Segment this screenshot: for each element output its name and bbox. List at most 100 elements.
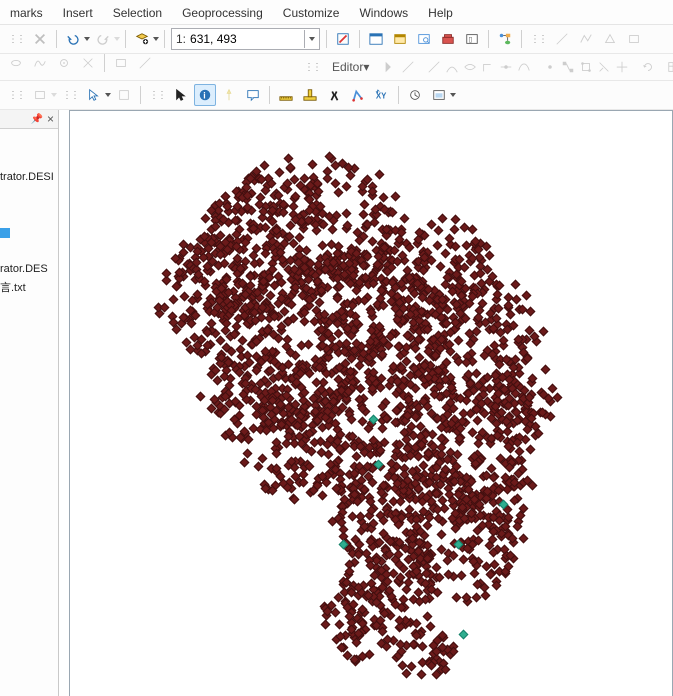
map-point — [335, 619, 345, 629]
cut-tool-icon[interactable] — [77, 52, 99, 74]
map-point — [399, 214, 409, 224]
find-icon[interactable] — [323, 84, 345, 106]
menu-help[interactable]: Help — [418, 4, 463, 22]
layer-dropdown[interactable] — [50, 85, 58, 105]
trace-icon[interactable] — [462, 56, 478, 78]
map-point — [485, 251, 495, 261]
model-builder-icon[interactable] — [494, 28, 516, 50]
toolbar-grip[interactable]: ⋮⋮ — [4, 34, 28, 45]
standard-toolbar: ⋮⋮ 1: ▯ ⋮⋮ — [0, 25, 673, 54]
polygon-tool-icon[interactable] — [599, 28, 621, 50]
editor-grip[interactable]: ⋮⋮ — [300, 62, 324, 73]
bezier-icon[interactable] — [516, 56, 532, 78]
toc-header: 📌 × — [0, 110, 58, 129]
map-point — [423, 611, 433, 621]
redo-dropdown[interactable] — [113, 29, 121, 49]
viewer-dropdown[interactable] — [449, 85, 457, 105]
ellipse-tool-icon[interactable] — [5, 52, 27, 74]
edit-anno-icon[interactable] — [400, 56, 416, 78]
select-element-icon[interactable] — [170, 84, 192, 106]
map-point — [328, 224, 338, 234]
cut-poly-icon[interactable] — [596, 56, 612, 78]
map-point — [450, 215, 460, 225]
toolbar-grip-2[interactable]: ⋮⋮ — [526, 34, 550, 45]
undo-dropdown[interactable] — [83, 29, 91, 49]
rect-tool-icon[interactable] — [623, 28, 645, 50]
catalog-window-icon[interactable] — [389, 28, 411, 50]
identify-icon[interactable]: i — [194, 84, 216, 106]
add-data-icon[interactable] — [131, 28, 153, 50]
python-window-icon[interactable]: ▯ — [461, 28, 483, 50]
polyline-tool-icon[interactable] — [575, 28, 597, 50]
hyperlink-icon[interactable] — [218, 84, 240, 106]
edit-tool-icon[interactable] — [382, 56, 398, 78]
tools-grip-2[interactable]: ⋮⋮ — [58, 90, 82, 101]
time-slider-icon[interactable] — [404, 84, 426, 106]
map-canvas[interactable] — [69, 110, 673, 696]
more-tool-icon[interactable] — [134, 52, 156, 74]
freehand-tool-icon[interactable] — [29, 52, 51, 74]
menu-insert[interactable]: Insert — [53, 4, 103, 22]
lower-pane: 📌 × trator.DESI rator.DES 言.txt — [0, 110, 673, 696]
pin-icon[interactable]: 📌 — [31, 114, 43, 125]
map-point — [482, 241, 492, 251]
point-icon[interactable] — [542, 56, 558, 78]
scale-input-container: 1: — [171, 28, 320, 50]
map-point — [451, 241, 461, 251]
map-point — [437, 530, 447, 540]
rotate-icon[interactable] — [640, 56, 656, 78]
arc-seg-icon[interactable] — [444, 56, 460, 78]
toc-item[interactable]: 言.txt — [0, 277, 58, 297]
anchor-tool-icon[interactable] — [53, 52, 75, 74]
edit-vertices-icon[interactable] — [560, 56, 576, 78]
find-route-icon[interactable] — [347, 84, 369, 106]
toc-item[interactable]: trator.DESI — [0, 169, 58, 185]
right-angle-icon[interactable] — [480, 56, 496, 78]
map-point — [437, 213, 447, 223]
menu-customize[interactable]: Customize — [273, 4, 350, 22]
map-point — [356, 384, 366, 394]
select-features-dropdown[interactable] — [104, 85, 112, 105]
map-point — [365, 649, 375, 659]
go-xy-icon[interactable]: XY — [371, 84, 393, 106]
menu-selection[interactable]: Selection — [103, 4, 172, 22]
editor-menu[interactable]: Editor▾ — [324, 58, 373, 76]
tools-grip-1[interactable]: ⋮⋮ — [4, 90, 28, 101]
toc-item[interactable]: rator.DES — [0, 261, 58, 277]
select-features-icon[interactable] — [83, 84, 105, 106]
menu-windows[interactable]: Windows — [349, 4, 418, 22]
arctoolbox-icon[interactable] — [437, 28, 459, 50]
map-point — [317, 490, 327, 500]
attributes-icon[interactable] — [666, 56, 673, 78]
delete-icon[interactable] — [29, 28, 51, 50]
split-icon[interactable] — [614, 56, 630, 78]
editor-toolbar-icon[interactable] — [332, 28, 354, 50]
menu-marks[interactable]: marks — [0, 4, 53, 22]
close-icon[interactable]: × — [45, 112, 56, 126]
add-data-dropdown[interactable] — [152, 29, 160, 49]
straight-seg-icon[interactable] — [426, 56, 442, 78]
layer-symbol-icon — [0, 228, 10, 238]
map-point — [283, 154, 293, 164]
html-popup-icon[interactable] — [242, 84, 264, 106]
undo-icon[interactable] — [62, 28, 84, 50]
toc-window-icon[interactable] — [365, 28, 387, 50]
tools-grip-3[interactable]: ⋮⋮ — [145, 90, 169, 101]
layer-dropdown-icon[interactable] — [29, 84, 51, 106]
viewer-window-icon[interactable] — [428, 84, 450, 106]
toc-item[interactable] — [0, 225, 58, 241]
scale-dropdown[interactable] — [304, 30, 319, 48]
measure-icon[interactable] — [275, 84, 297, 106]
redo-icon[interactable] — [92, 28, 114, 50]
map-point — [425, 621, 435, 631]
search-window-icon[interactable] — [413, 28, 435, 50]
measure-area-icon[interactable] — [299, 84, 321, 106]
reshape-icon[interactable] — [578, 56, 594, 78]
scale-input[interactable] — [186, 31, 304, 47]
menu-geoprocessing[interactable]: Geoprocessing — [172, 4, 273, 22]
line-tool-icon[interactable] — [551, 28, 573, 50]
clear-select-icon[interactable] — [113, 84, 135, 106]
midpoint-icon[interactable] — [498, 56, 514, 78]
rect2-tool-icon[interactable] — [110, 52, 132, 74]
map-point — [377, 424, 387, 434]
